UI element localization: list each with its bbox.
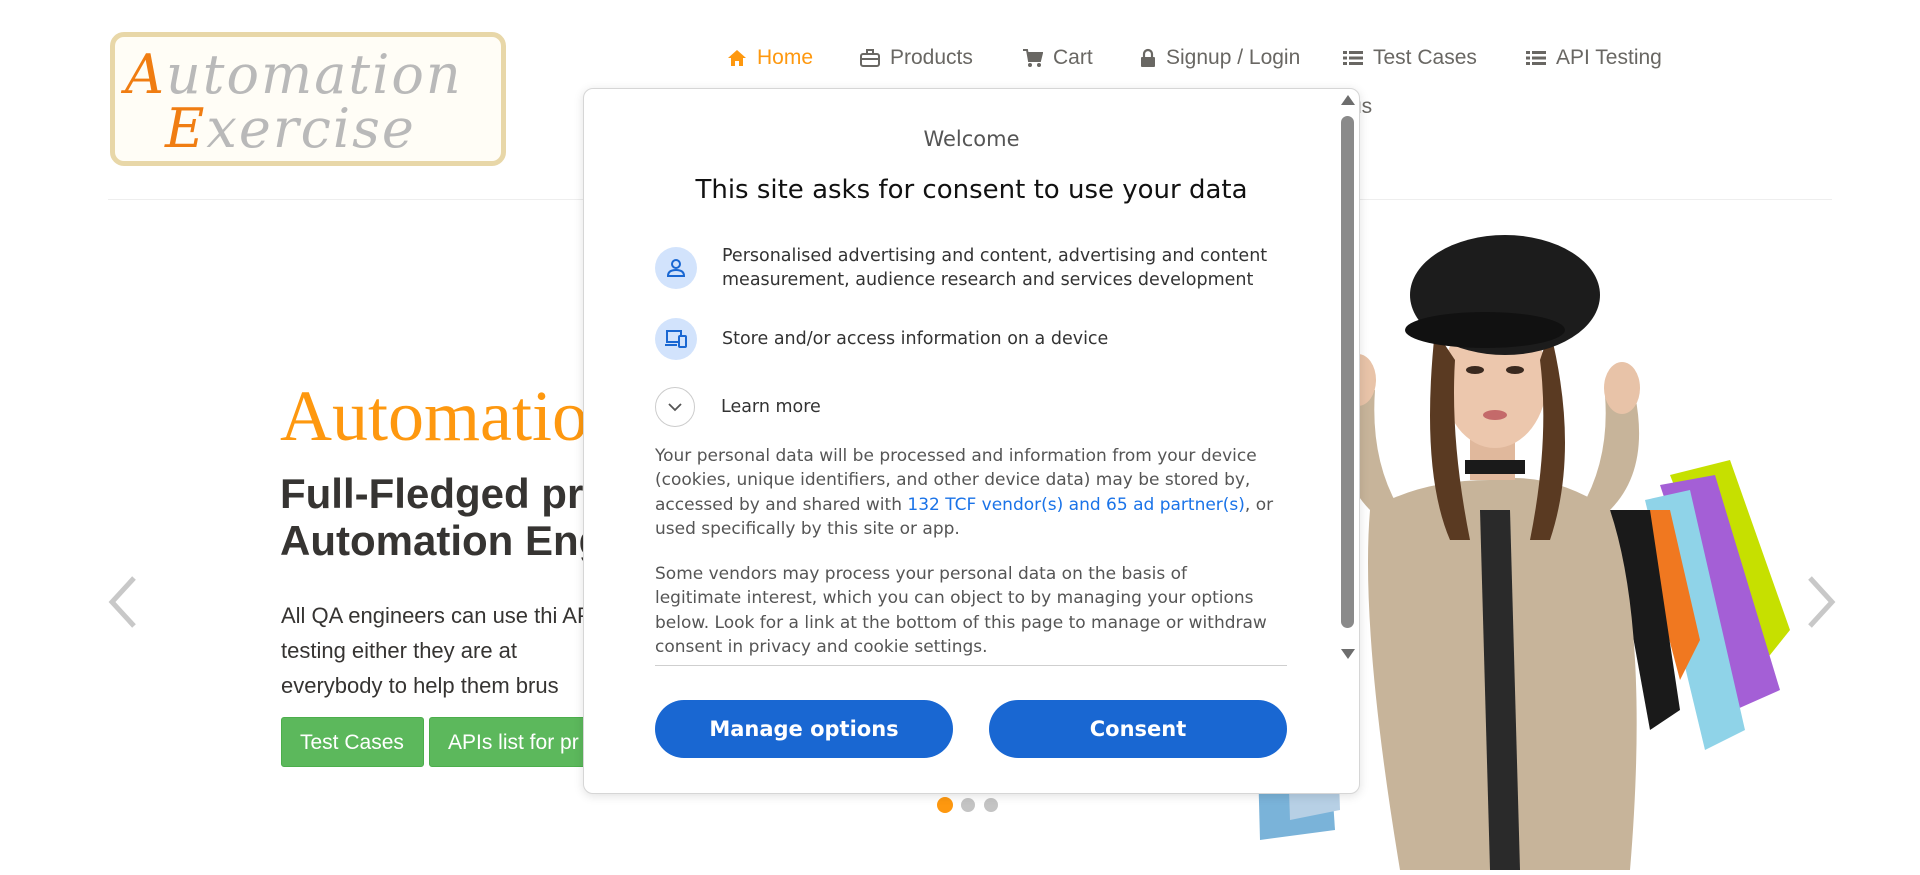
devices-icon (655, 318, 697, 360)
briefcase-icon (860, 48, 880, 68)
dialog-scrollbar[interactable] (1341, 116, 1354, 628)
purpose-store-access: Store and/or access information on a dev… (655, 318, 1282, 360)
nav-test-cases-label: Test Cases (1373, 46, 1477, 69)
site-logo[interactable]: Automation Exercise (110, 32, 506, 166)
consent-heading: This site asks for consent to use your d… (695, 175, 1248, 205)
carousel-dot-3[interactable] (984, 798, 998, 812)
carousel-next-button[interactable] (1806, 572, 1836, 632)
chevron-left-icon (108, 576, 136, 628)
consent-welcome: Welcome (923, 127, 1020, 151)
manage-options-button[interactable]: Manage options (655, 700, 953, 758)
vendors-link[interactable]: 132 TCF vendor(s) and 65 ad partner(s) (907, 495, 1245, 515)
nav-test-cases[interactable]: Test Cases (1343, 46, 1477, 70)
scroll-up-arrow-icon[interactable] (1341, 95, 1355, 105)
test-cases-button[interactable]: Test Cases (281, 717, 424, 767)
nav-home[interactable]: Home (727, 46, 813, 70)
nav-products[interactable]: Products (860, 46, 973, 70)
apis-list-button[interactable]: APIs list for pr (429, 717, 599, 767)
learn-more-label: Learn more (721, 397, 821, 417)
nav-cart-label: Cart (1053, 46, 1093, 69)
home-icon (727, 48, 747, 68)
carousel-dot-2[interactable] (961, 798, 975, 812)
lock-icon (1140, 48, 1156, 68)
consent-paragraph-1: Your personal data will be processed and… (655, 446, 1274, 539)
consent-dialog: Welcome This site asks for consent to us… (583, 88, 1360, 794)
nav-cart[interactable]: Cart (1023, 46, 1093, 70)
carousel-dot-1[interactable] (937, 797, 953, 813)
chevron-down-icon (655, 387, 695, 427)
nav-products-label: Products (890, 46, 973, 69)
purpose-text: Personalised advertising and content, ad… (722, 246, 1268, 290)
list-icon (1343, 48, 1363, 68)
carousel-prev-button[interactable] (108, 572, 138, 632)
nav-api-testing-label: API Testing (1556, 46, 1662, 69)
logo-line-2: Exercise (165, 97, 416, 160)
consent-button[interactable]: Consent (989, 700, 1287, 758)
list-icon (1526, 48, 1546, 68)
person-icon (655, 247, 697, 289)
consent-paragraph-2: Some vendors may process your personal d… (655, 564, 1267, 657)
hero-title: Automatio (280, 376, 588, 456)
purpose-text: Store and/or access information on a dev… (722, 329, 1109, 349)
dialog-divider (655, 665, 1287, 666)
nav-home-label: Home (757, 46, 814, 69)
learn-more-toggle[interactable]: Learn more (655, 387, 1281, 427)
nav-signup-login[interactable]: Signup / Login (1140, 46, 1300, 70)
nav-signup-login-label: Signup / Login (1166, 46, 1301, 69)
nav-api-testing[interactable]: API Testing (1526, 46, 1662, 70)
purpose-personalised-ads: Personalised advertising and content, ad… (655, 244, 1282, 292)
scroll-down-arrow-icon[interactable] (1341, 649, 1355, 659)
chevron-right-icon (1808, 576, 1836, 628)
hero-description: All QA engineers can use thi API testing… (281, 603, 598, 698)
cart-icon (1023, 48, 1044, 68)
